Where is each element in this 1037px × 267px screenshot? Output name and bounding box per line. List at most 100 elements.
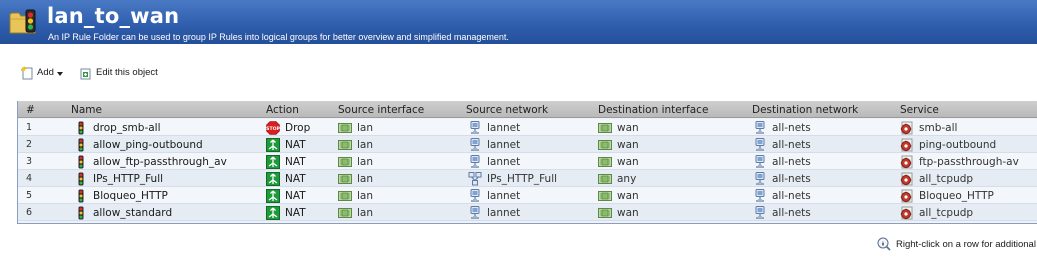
- column-header-destination-network[interactable]: Destination network: [752, 104, 858, 116]
- rule-number: 3: [26, 153, 32, 170]
- service-cell[interactable]: all_tcpudp: [900, 204, 973, 221]
- column-header-service[interactable]: Service: [900, 104, 939, 116]
- page-description: An IP Rule Folder can be used to group I…: [48, 32, 509, 42]
- traffic-light-icon: [78, 206, 84, 219]
- traffic-light-icon: [78, 138, 84, 151]
- network-object-icon: [753, 120, 767, 135]
- table-row[interactable]: 3 allow_ftp-passthrough_av NAT lan lannet wan…: [18, 153, 1037, 170]
- source-network-cell[interactable]: lannet: [468, 119, 520, 136]
- destination-network-cell[interactable]: all-nets: [753, 136, 811, 153]
- column-header-source-network[interactable]: Source network: [466, 104, 548, 116]
- column-header-source-interface[interactable]: Source interface: [338, 104, 424, 116]
- rule-number-text: 2: [26, 139, 33, 150]
- rule-action-cell[interactable]: NAT: [266, 153, 306, 170]
- service-icon: [900, 121, 914, 135]
- interface-icon: [338, 121, 352, 135]
- rule-name-cell[interactable]: Bloqueo_HTTP: [74, 187, 168, 204]
- status-hint: Right-click on a row for additional: [877, 237, 1036, 251]
- rule-number-text: 3: [26, 156, 33, 167]
- destination-network-cell[interactable]: all-nets: [753, 204, 811, 221]
- nat-icon: [266, 137, 280, 152]
- rule-action-cell[interactable]: STOP Drop: [266, 119, 310, 136]
- destination-network: all-nets: [772, 138, 811, 151]
- column-header-destination-interface[interactable]: Destination interface: [598, 104, 708, 116]
- rule-number-text: 1: [26, 122, 33, 133]
- column-header-number[interactable]: #: [26, 104, 35, 116]
- source-network-cell[interactable]: IPs_HTTP_Full: [468, 170, 557, 187]
- destination-network-cell[interactable]: all-nets: [753, 153, 811, 170]
- column-header-action[interactable]: Action: [266, 104, 299, 116]
- traffic-light-icon: [74, 138, 88, 152]
- network-object-icon: [753, 171, 767, 186]
- service-cell[interactable]: smb-all: [900, 119, 957, 136]
- rule-name-cell[interactable]: allow_ftp-passthrough_av: [74, 153, 227, 170]
- destination-interface-cell[interactable]: wan: [598, 136, 639, 153]
- destination-network-cell[interactable]: all-nets: [753, 119, 811, 136]
- source-network-cell[interactable]: lannet: [468, 153, 520, 170]
- destination-interface-cell[interactable]: wan: [598, 204, 639, 221]
- service-cell[interactable]: Bloqueo_HTTP: [900, 187, 994, 204]
- service-cell[interactable]: all_tcpudp: [900, 170, 973, 187]
- table-row[interactable]: 6 allow_standard NAT lan lannet wan all-nets al…: [18, 204, 1037, 221]
- destination-network: all-nets: [772, 155, 811, 168]
- network-object-icon: [753, 154, 767, 169]
- table-row[interactable]: 1 drop_smb-all STOP Drop lan lannet wan all-net…: [18, 119, 1037, 136]
- table-row[interactable]: 2 allow_ping-outbound NAT lan lannet wan all-n…: [18, 136, 1037, 153]
- network-group-icon: [468, 171, 482, 185]
- destination-network-cell[interactable]: all-nets: [753, 187, 811, 204]
- source-interface-cell[interactable]: lan: [338, 204, 373, 221]
- traffic-light-icon: [74, 155, 88, 169]
- network-object-icon: [468, 120, 482, 135]
- source-network: lannet: [487, 121, 521, 134]
- source-network-cell[interactable]: lannet: [468, 204, 520, 221]
- source-interface-cell[interactable]: lan: [338, 136, 373, 153]
- traffic-light-icon: [78, 172, 84, 185]
- interface-icon: [598, 189, 612, 203]
- destination-interface-cell[interactable]: any: [598, 170, 636, 187]
- edit-object-button[interactable]: Edit this object: [79, 66, 158, 80]
- table-row[interactable]: 4 IPs_HTTP_Full NAT lan IPs_HTTP_Full any all-…: [18, 170, 1037, 187]
- rule-action-cell[interactable]: NAT: [266, 187, 306, 204]
- destination-interface-cell[interactable]: wan: [598, 119, 639, 136]
- service-icon: [900, 155, 913, 168]
- table-row[interactable]: 5 Bloqueo_HTTP NAT lan lannet wan all-nets Bloq…: [18, 187, 1037, 204]
- destination-interface-cell[interactable]: wan: [598, 153, 639, 170]
- source-interface-cell[interactable]: lan: [338, 170, 373, 187]
- source-interface-cell[interactable]: lan: [338, 119, 373, 136]
- source-network-cell[interactable]: lannet: [468, 136, 520, 153]
- folder-traffic-light-icon: [9, 9, 36, 34]
- interface-icon: [338, 139, 352, 150]
- traffic-light-icon: [74, 189, 88, 203]
- destination-interface-cell[interactable]: wan: [598, 187, 639, 204]
- service: ftp-passthrough-av: [919, 155, 1019, 168]
- source-interface-cell[interactable]: lan: [338, 153, 373, 170]
- rule-name-cell[interactable]: allow_ping-outbound: [74, 136, 203, 153]
- interface-icon: [598, 155, 612, 169]
- network-object-icon: [755, 154, 765, 168]
- rule-action-cell[interactable]: NAT: [266, 204, 306, 221]
- network-object-icon: [755, 137, 765, 151]
- rule-action-cell[interactable]: NAT: [266, 136, 306, 153]
- rule-name: allow_ping-outbound: [93, 138, 203, 151]
- rule-action-cell[interactable]: NAT: [266, 170, 306, 187]
- rule-name-cell[interactable]: allow_standard: [74, 204, 172, 221]
- destination-network: all-nets: [772, 121, 811, 134]
- source-interface-cell[interactable]: lan: [338, 187, 373, 204]
- add-button[interactable]: Add: [20, 66, 63, 80]
- rule-number: 6: [26, 204, 32, 221]
- rule-name: allow_ftp-passthrough_av: [93, 155, 227, 168]
- rule-name-cell[interactable]: IPs_HTTP_Full: [74, 170, 163, 187]
- source-network-cell[interactable]: lannet: [468, 187, 520, 204]
- network-object-icon: [468, 154, 482, 169]
- destination-network: all-nets: [772, 189, 811, 202]
- nat-icon: [266, 154, 280, 169]
- service-cell[interactable]: ftp-passthrough-av: [900, 153, 1019, 170]
- rule-action: Drop: [285, 121, 311, 134]
- rule-name-cell[interactable]: drop_smb-all: [74, 119, 161, 136]
- source-network: lannet: [487, 155, 521, 168]
- service-icon: [900, 172, 913, 185]
- destination-network-cell[interactable]: all-nets: [753, 170, 811, 187]
- column-header-name[interactable]: Name: [71, 104, 102, 116]
- service-cell[interactable]: ping-outbound: [900, 136, 996, 153]
- nat-icon: [266, 188, 280, 203]
